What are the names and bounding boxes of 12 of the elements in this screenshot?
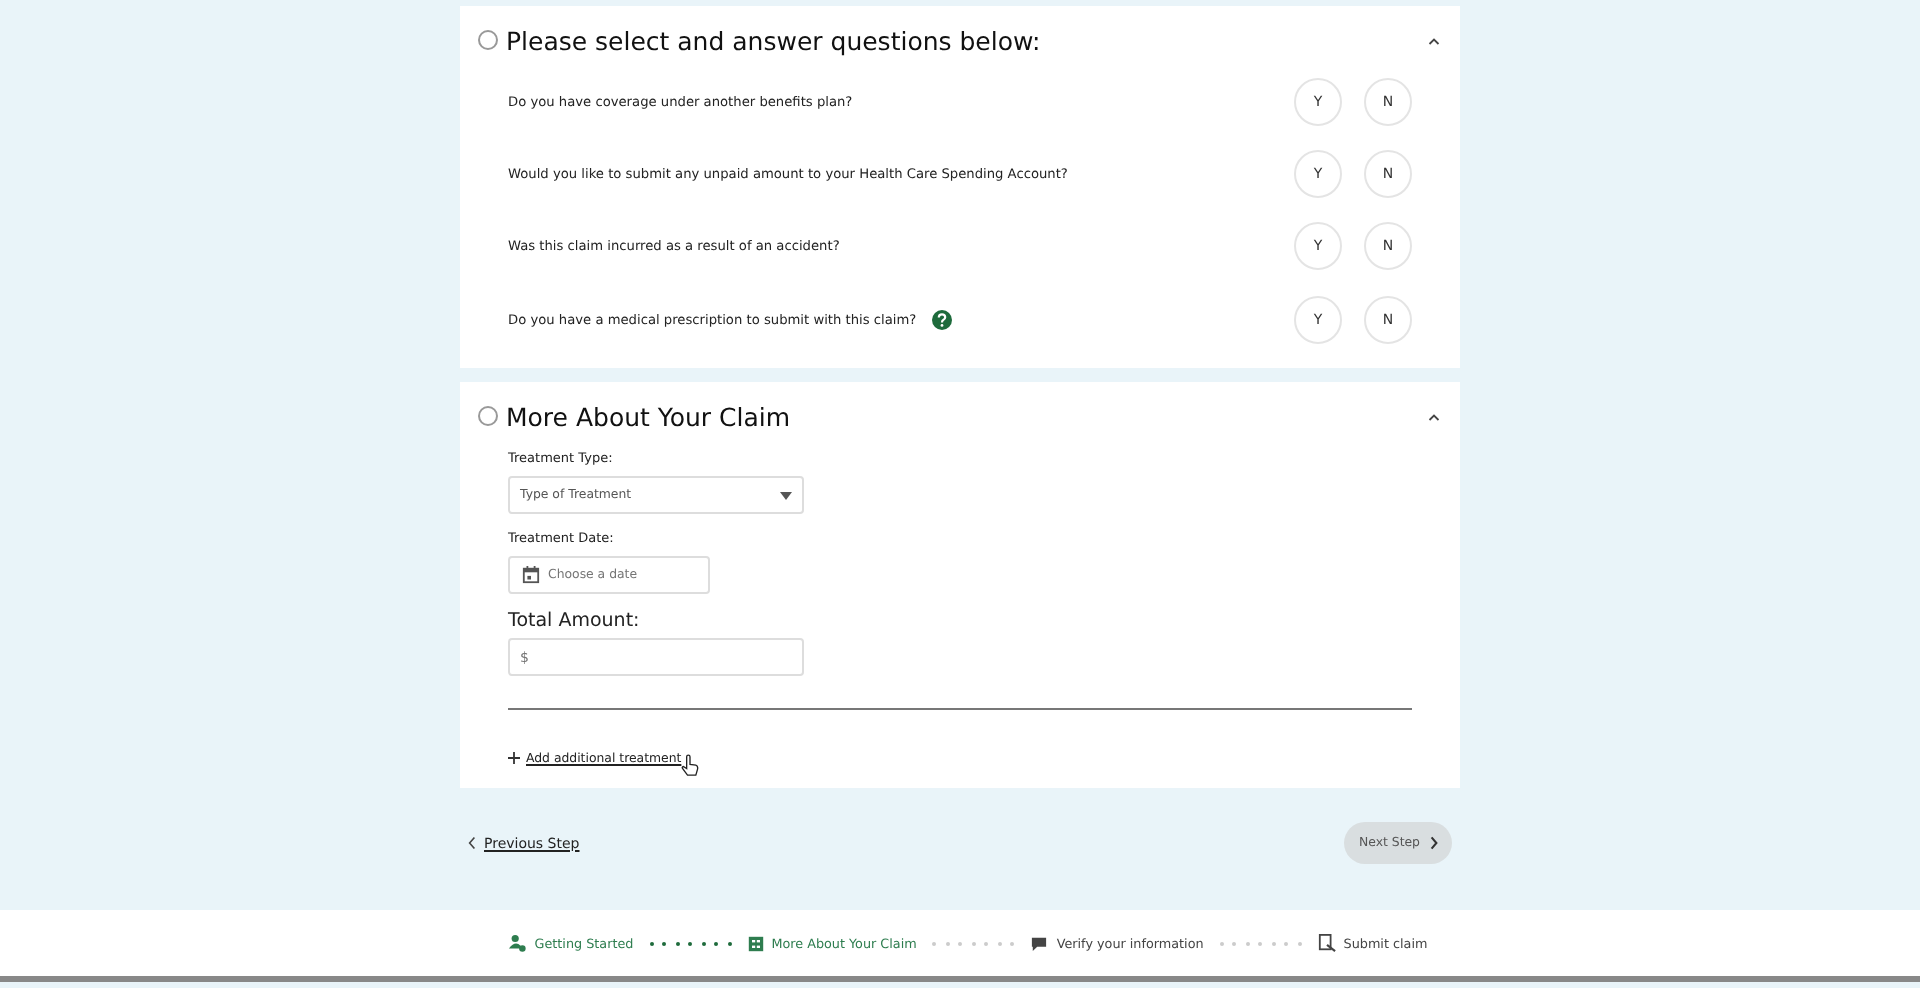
- hand-cursor-icon: [679, 754, 700, 778]
- caret-icon: [780, 491, 792, 499]
- field-label: Total Amount:: [508, 610, 642, 632]
- help-icon[interactable]: [932, 310, 953, 330]
- chevron-left-icon: [468, 836, 476, 850]
- collapse-icon[interactable]: [1428, 411, 1440, 421]
- section-title: Please select and answer questions below:: [506, 25, 1043, 55]
- chevron-right-icon: [1430, 836, 1438, 850]
- collapse-icon[interactable]: [1428, 35, 1440, 45]
- plus-icon: [508, 752, 520, 764]
- calendar-icon: [522, 566, 540, 584]
- section-title: More About Your Claim: [506, 401, 793, 431]
